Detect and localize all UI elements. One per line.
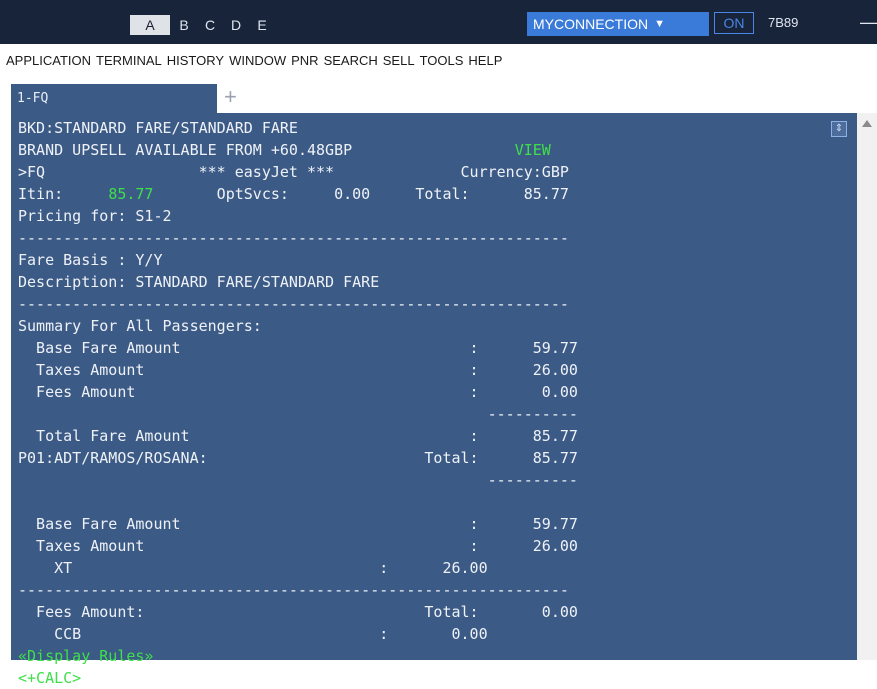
connection-code: 7B89: [768, 15, 799, 30]
menu-pnr[interactable]: PNR: [291, 53, 318, 68]
menu-terminal[interactable]: TERMINAL: [96, 53, 162, 68]
terminal-line: P01:ADT/RAMOS/ROSANA: Total: 85.77: [18, 449, 578, 467]
terminal-line: >FQ *** easyJet *** Currency:GBP: [18, 163, 569, 181]
menu-history[interactable]: HISTORY: [167, 53, 224, 68]
terminal-line: Total Fare Amount : 85.77: [18, 427, 578, 445]
terminal-line: Taxes Amount : 26.00: [18, 361, 578, 379]
terminal-tab-1-fq[interactable]: 1-FQ: [11, 84, 217, 113]
chevron-down-icon: ▼: [654, 18, 666, 30]
view-link[interactable]: VIEW: [515, 141, 551, 159]
terminal-line: ----------: [18, 471, 578, 489]
terminal-line: Summary For All Passengers:: [18, 317, 262, 335]
terminal-line: Pricing for: S1-2: [18, 207, 172, 225]
terminal-line: Description: STANDARD FARE/STANDARD FARE: [18, 273, 380, 291]
session-tabs: A B C D E: [130, 15, 276, 35]
calc-link[interactable]: <+CALC>: [18, 667, 578, 689]
separator: ----------------------------------------…: [18, 229, 569, 247]
terminal-line: Fees Amount: Total: 0.00: [18, 603, 578, 621]
separator: ----------------------------------------…: [18, 295, 569, 313]
expand-icon[interactable]: ⇕: [831, 121, 847, 137]
brand-upsell-text: BRAND UPSELL AVAILABLE FROM +60.48GBP: [18, 141, 353, 159]
session-tab-a[interactable]: A: [130, 15, 170, 35]
terminal-output: BKD:STANDARD FARE/STANDARD FARE BRAND UPS…: [18, 117, 578, 689]
add-tab-icon[interactable]: +: [224, 86, 237, 108]
menu-sell[interactable]: SELL: [383, 53, 415, 68]
terminal-line: CCB : 0.00: [18, 625, 488, 643]
connection-label: MYCONNECTION: [533, 16, 649, 32]
menu-bar: APPLICATION TERMINAL HISTORY WINDOW PNR …: [0, 44, 877, 76]
menu-search[interactable]: SEARCH: [324, 53, 378, 68]
itin-amount: 85.77: [108, 185, 154, 203]
terminal-line: Base Fare Amount : 59.77: [18, 339, 578, 357]
terminal-line: Base Fare Amount : 59.77: [18, 515, 578, 533]
terminal-line: BRAND UPSELL AVAILABLE FROM +60.48GBP VI…: [18, 139, 578, 161]
top-bar: A B C D E MYCONNECTION ▼ ON 7B89 —: [0, 0, 877, 44]
menu-tools[interactable]: TOOLS: [420, 53, 464, 68]
terminal-line: XT : 26.00: [18, 559, 488, 577]
scroll-up-icon[interactable]: [862, 118, 872, 132]
session-tab-e[interactable]: E: [250, 15, 274, 35]
itin-label: Itin:: [18, 185, 109, 203]
terminal-line: Fare Basis : Y/Y: [18, 251, 163, 269]
terminal-tab-row: 1-FQ +: [0, 84, 877, 114]
session-tab-b[interactable]: B: [172, 15, 196, 35]
menu-help[interactable]: HELP: [468, 53, 502, 68]
session-tab-c[interactable]: C: [198, 15, 222, 35]
itin-rest: OptSvcs: 0.00 Total: 85.77: [153, 185, 569, 203]
menu-application[interactable]: APPLICATION: [6, 53, 91, 68]
terminal-line: Itin: 85.77 OptSvcs: 0.00 Total: 85.77: [18, 183, 578, 205]
menu-window[interactable]: WINDOW: [229, 53, 286, 68]
session-tab-d[interactable]: D: [224, 15, 248, 35]
terminal-line: ----------: [18, 405, 578, 423]
terminal-line: Taxes Amount : 26.00: [18, 537, 578, 555]
scrollbar[interactable]: [857, 113, 877, 660]
terminal-line: Fees Amount : 0.00: [18, 383, 578, 401]
separator: ----------------------------------------…: [18, 581, 569, 599]
on-toggle[interactable]: ON: [714, 12, 754, 34]
terminal-line: BKD:STANDARD FARE/STANDARD FARE: [18, 119, 298, 137]
connection-dropdown[interactable]: MYCONNECTION ▼: [527, 12, 709, 36]
display-rules-link[interactable]: «Display Rules»: [18, 645, 578, 667]
minimize-icon[interactable]: —: [860, 12, 877, 33]
